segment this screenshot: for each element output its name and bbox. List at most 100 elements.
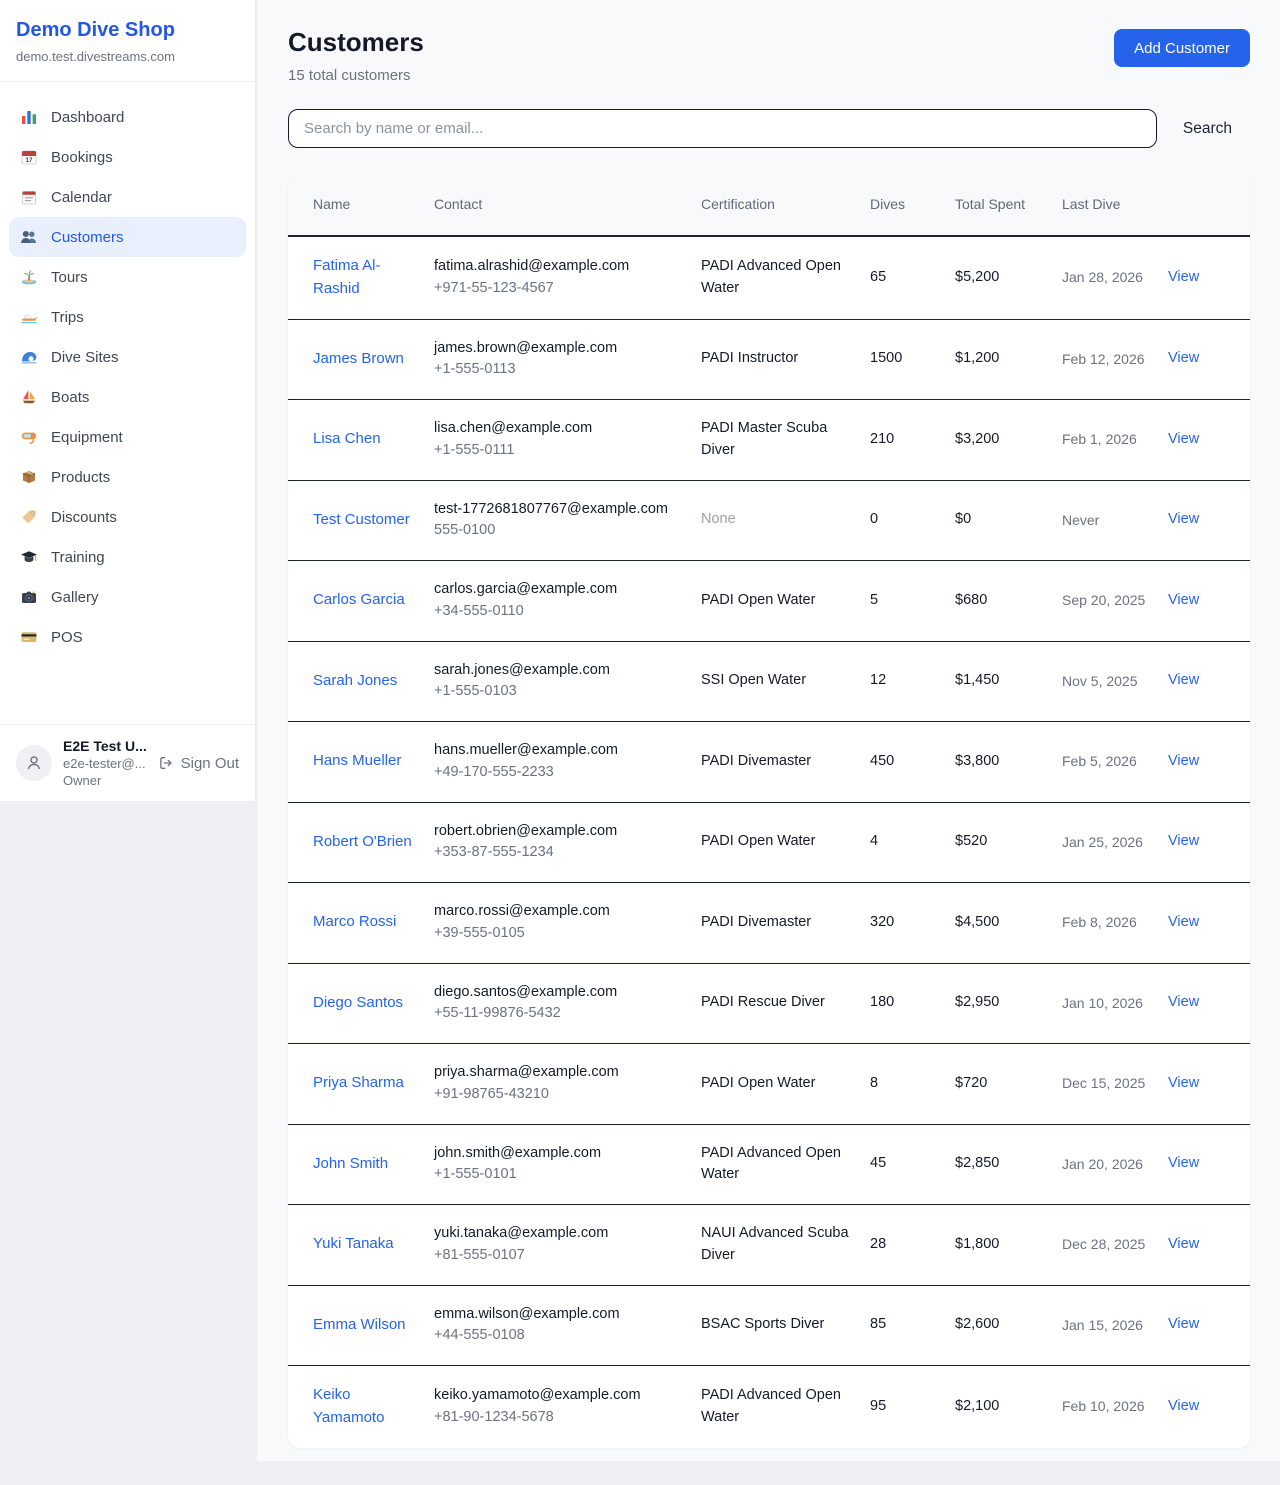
view-link[interactable]: View — [1168, 431, 1199, 447]
customer-phone: +39-555-0105 — [434, 923, 689, 945]
search-button[interactable]: Search — [1157, 120, 1250, 138]
sidebar-item-dive-sites[interactable]: Dive Sites — [9, 337, 246, 377]
sidebar-item-calendar[interactable]: Calendar — [9, 177, 246, 217]
customer-dives: 28 — [870, 1205, 955, 1286]
customer-name-link[interactable]: James Brown — [313, 350, 404, 367]
customer-email: fatima.alrashid@example.com — [434, 256, 689, 278]
customer-certification: PADI Instructor — [701, 319, 870, 400]
sidebar-item-products[interactable]: Products — [9, 457, 246, 497]
customer-total-spent: $1,800 — [955, 1205, 1062, 1286]
customer-phone: +971-55-123-4567 — [434, 278, 689, 300]
customer-phone: +91-98765-43210 — [434, 1084, 689, 1106]
sidebar-item-training[interactable]: Training — [9, 537, 246, 577]
sidebar-item-label: Products — [51, 469, 110, 486]
customer-email: yuki.tanaka@example.com — [434, 1223, 689, 1245]
view-link[interactable]: View — [1168, 914, 1199, 930]
sidebar-item-label: Customers — [51, 229, 124, 246]
customer-name-link[interactable]: Fatima Al-Rashid — [313, 257, 381, 297]
table-row: Carlos Garciacarlos.garcia@example.com+3… — [288, 561, 1250, 642]
table-row: Emma Wilsonemma.wilson@example.com+44-55… — [288, 1285, 1250, 1366]
customer-email: hans.mueller@example.com — [434, 740, 689, 762]
customer-name-link[interactable]: John Smith — [313, 1155, 388, 1172]
view-link[interactable]: View — [1168, 1316, 1199, 1332]
customer-name-link[interactable]: Emma Wilson — [313, 1316, 406, 1333]
customer-last-dive: Sep 20, 2025 — [1062, 561, 1168, 642]
view-link[interactable]: View — [1168, 753, 1199, 769]
customer-phone: +34-555-0110 — [434, 601, 689, 623]
shop-domain: demo.test.divestreams.com — [16, 49, 239, 64]
customer-phone: +81-90-1234-5678 — [434, 1407, 689, 1429]
customer-name-link[interactable]: Sarah Jones — [313, 672, 397, 689]
sidebar-item-pos[interactable]: POS — [9, 617, 246, 657]
customer-last-dive: Jan 20, 2026 — [1062, 1124, 1168, 1205]
customer-name-link[interactable]: Keiko Yamamoto — [313, 1386, 384, 1426]
customer-last-dive: Jan 28, 2026 — [1062, 236, 1168, 319]
customer-dives: 180 — [870, 963, 955, 1044]
sidebar-item-tours[interactable]: Tours — [9, 257, 246, 297]
customer-certification: PADI Advanced Open Water — [701, 1366, 870, 1448]
sign-out-button[interactable]: Sign Out — [158, 755, 239, 772]
view-link[interactable]: View — [1168, 1155, 1199, 1171]
customer-dives: 45 — [870, 1124, 955, 1205]
view-link[interactable]: View — [1168, 269, 1199, 285]
customer-phone: +1-555-0111 — [434, 440, 689, 462]
sidebar-item-bookings[interactable]: 17Bookings — [9, 137, 246, 177]
customer-last-dive: Feb 12, 2026 — [1062, 319, 1168, 400]
customer-dives: 8 — [870, 1044, 955, 1125]
view-link[interactable]: View — [1168, 994, 1199, 1010]
customer-total-spent: $3,200 — [955, 400, 1062, 481]
customer-name-link[interactable]: Marco Rossi — [313, 913, 396, 930]
customer-total-spent: $4,500 — [955, 883, 1062, 964]
speedboat-icon — [20, 308, 38, 326]
table-row: Keiko Yamamotokeiko.yamamoto@example.com… — [288, 1366, 1250, 1448]
search-input[interactable] — [288, 109, 1157, 148]
customer-name-link[interactable]: Priya Sharma — [313, 1074, 404, 1091]
customer-certification: BSAC Sports Diver — [701, 1285, 870, 1366]
customer-certification: PADI Open Water — [701, 561, 870, 642]
customer-dives: 12 — [870, 641, 955, 722]
customer-name-link[interactable]: Robert O'Brien — [313, 833, 412, 850]
customer-name-link[interactable]: Test Customer — [313, 511, 410, 528]
customer-certification: PADI Open Water — [701, 1044, 870, 1125]
user-email: e2e-tester@... — [63, 756, 147, 771]
view-link[interactable]: View — [1168, 350, 1199, 366]
sidebar-item-gallery[interactable]: Gallery — [9, 577, 246, 617]
sidebar-item-dashboard[interactable]: Dashboard — [9, 97, 246, 137]
view-link[interactable]: View — [1168, 1398, 1199, 1414]
customer-name-link[interactable]: Hans Mueller — [313, 752, 401, 769]
customer-certification: NAUI Advanced Scuba Diver — [701, 1205, 870, 1286]
customer-certification: PADI Rescue Diver — [701, 963, 870, 1044]
customer-name-link[interactable]: Carlos Garcia — [313, 591, 405, 608]
sidebar-item-label: Equipment — [51, 429, 123, 446]
customer-certification: PADI Divemaster — [701, 883, 870, 964]
sidebar-item-discounts[interactable]: Discounts — [9, 497, 246, 537]
sidebar-item-trips[interactable]: Trips — [9, 297, 246, 337]
sailboat-icon — [20, 388, 38, 406]
view-link[interactable]: View — [1168, 511, 1199, 527]
customer-name-link[interactable]: Diego Santos — [313, 994, 403, 1011]
customer-total-spent: $1,450 — [955, 641, 1062, 722]
customer-name-link[interactable]: Yuki Tanaka — [313, 1235, 394, 1252]
customer-phone: +353-87-555-1234 — [434, 842, 689, 864]
view-link[interactable]: View — [1168, 1075, 1199, 1091]
add-customer-button[interactable]: Add Customer — [1114, 29, 1250, 67]
customer-total-spent: $3,800 — [955, 722, 1062, 803]
customer-last-dive: Jan 10, 2026 — [1062, 963, 1168, 1044]
customer-phone: +44-555-0108 — [434, 1325, 689, 1347]
customer-email: john.smith@example.com — [434, 1143, 689, 1165]
column-header: Name — [288, 174, 434, 236]
sidebar-item-customers[interactable]: Customers — [9, 217, 246, 257]
view-link[interactable]: View — [1168, 833, 1199, 849]
column-header: Certification — [701, 174, 870, 236]
customer-last-dive: Jan 15, 2026 — [1062, 1285, 1168, 1366]
view-link[interactable]: View — [1168, 592, 1199, 608]
customer-count: 15 total customers — [288, 67, 424, 84]
table-header-row: NameContactCertificationDivesTotal Spent… — [288, 174, 1250, 236]
table-row: Hans Muellerhans.mueller@example.com+49-… — [288, 722, 1250, 803]
sidebar-item-boats[interactable]: Boats — [9, 377, 246, 417]
customer-name-link[interactable]: Lisa Chen — [313, 430, 381, 447]
page-header: Customers 15 total customers Add Custome… — [288, 27, 1250, 84]
view-link[interactable]: View — [1168, 672, 1199, 688]
view-link[interactable]: View — [1168, 1236, 1199, 1252]
sidebar-item-equipment[interactable]: Equipment — [9, 417, 246, 457]
